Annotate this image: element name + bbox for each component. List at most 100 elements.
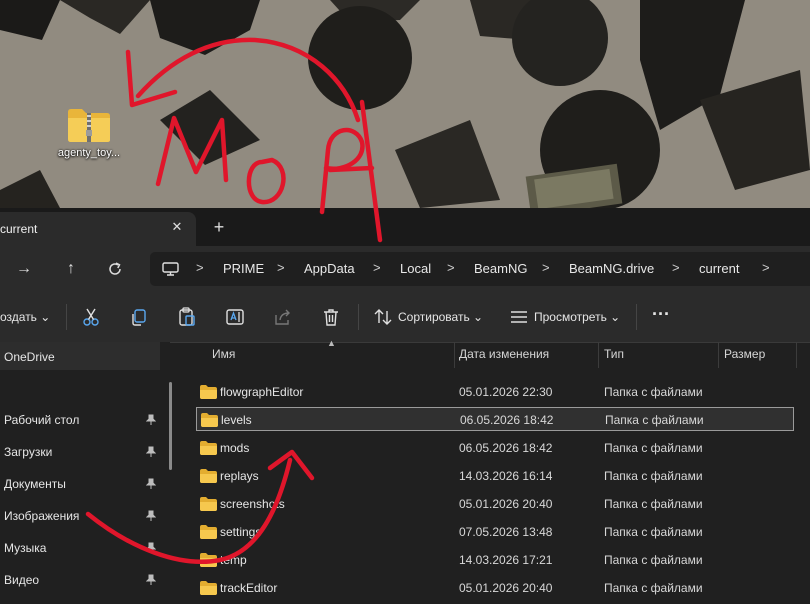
rename-icon[interactable]	[224, 306, 246, 328]
file-name: replays	[220, 469, 259, 483]
sidebar-item-onedrive[interactable]: OneDrive	[0, 342, 160, 370]
table-row[interactable]: replays 14.03.2026 16:14 Папка с файлами	[196, 464, 794, 488]
cut-icon[interactable]	[80, 306, 102, 328]
navigation-pane: OneDrive Рабочий стол Загрузки Документы…	[0, 342, 172, 604]
toolbar-divider	[358, 304, 359, 330]
toolbar-divider	[636, 304, 637, 330]
table-row[interactable]: trackEditor 05.01.2026 20:40 Папка с фай…	[196, 576, 794, 600]
close-icon[interactable]: ✕	[168, 218, 186, 236]
create-button-label: оздать	[0, 310, 37, 324]
file-type: Папка с файлами	[604, 553, 703, 567]
column-header-name[interactable]: Имя	[182, 342, 454, 368]
desktop-icon-label: agenty_toy...	[57, 147, 121, 159]
file-date: 06.05.2026 18:42	[460, 413, 554, 427]
file-name: temp	[220, 553, 247, 567]
file-type: Папка с файлами	[604, 581, 703, 595]
paste-icon[interactable]	[176, 306, 198, 328]
view-icon	[511, 311, 527, 323]
file-type: Папка с файлами	[605, 413, 704, 427]
sidebar-item-downloads[interactable]: Загрузки	[0, 438, 160, 466]
folder-icon	[200, 469, 217, 483]
share-icon[interactable]	[272, 306, 294, 328]
column-header-label: Тип	[604, 347, 625, 361]
pin-icon[interactable]	[146, 414, 156, 426]
sidebar-item-label: Изображения	[4, 509, 80, 523]
up-arrow-icon[interactable]: ↑	[57, 256, 85, 282]
sort-button[interactable]: Сортировать ⌄	[398, 310, 483, 324]
more-options-icon[interactable]: ···	[652, 304, 670, 325]
command-bar: оздать ⌄ Сортировать ⌄ Просмотреть ⌄ ···	[0, 292, 810, 343]
chevron-right-icon: >	[542, 260, 550, 275]
column-header-date[interactable]: Дата изменения	[454, 342, 598, 368]
file-date: 05.01.2026 20:40	[459, 581, 553, 595]
folder-icon	[200, 553, 217, 567]
file-type: Папка с файлами	[604, 525, 703, 539]
column-divider[interactable]	[796, 342, 797, 368]
toolbar-divider	[66, 304, 67, 330]
view-button-label: Просмотреть	[534, 310, 607, 324]
column-header-size[interactable]: Размер	[718, 342, 798, 368]
new-tab-icon[interactable]: +	[208, 218, 230, 240]
breadcrumb-item[interactable]: current	[699, 261, 739, 276]
breadcrumb-item[interactable]: BeamNG.drive	[569, 261, 654, 276]
pin-icon[interactable]	[146, 510, 156, 522]
column-header-type[interactable]: Тип	[598, 342, 718, 368]
folder-icon	[201, 413, 218, 427]
trash-icon[interactable]	[320, 306, 342, 328]
chevron-right-icon: >	[373, 260, 381, 275]
desktop-zip-folder[interactable]: agenty_toy...	[50, 106, 128, 159]
refresh-icon[interactable]	[107, 261, 123, 277]
table-row[interactable]: flowgraphEditor 05.01.2026 22:30 Папка с…	[196, 380, 794, 404]
file-date: 05.01.2026 20:40	[459, 497, 553, 511]
sort-icon	[374, 309, 392, 325]
table-row[interactable]: screenshots 05.01.2026 20:40 Папка с фай…	[196, 492, 794, 516]
copy-icon[interactable]	[128, 306, 150, 328]
folder-icon	[200, 525, 217, 539]
chevron-right-icon: >	[762, 260, 770, 275]
column-header-label: Размер	[724, 347, 766, 361]
file-name: flowgraphEditor	[220, 385, 304, 399]
table-row[interactable]: mods 06.05.2026 18:42 Папка с файлами	[196, 436, 794, 460]
breadcrumb-item[interactable]: PRIME	[223, 261, 264, 276]
pin-icon[interactable]	[146, 446, 156, 458]
sidebar-item-label: Документы	[4, 477, 66, 491]
sort-button-label: Сортировать	[398, 310, 470, 324]
create-button[interactable]: оздать ⌄	[0, 310, 50, 324]
table-row-selected[interactable]: levels 06.05.2026 18:42 Папка с файлами	[196, 407, 794, 431]
table-row[interactable]: settings 07.05.2026 13:48 Папка с файлам…	[196, 520, 794, 544]
pin-icon[interactable]	[146, 478, 156, 490]
folder-icon	[200, 581, 217, 595]
file-name: settings	[220, 525, 262, 539]
sidebar-item-videos[interactable]: Видео	[0, 566, 160, 594]
sidebar-item-desktop[interactable]: Рабочий стол	[0, 406, 160, 434]
chevron-right-icon: >	[196, 260, 204, 275]
computer-icon	[162, 262, 179, 276]
file-explorer-window: current ✕ + → ↑ > PRIME > AppData > Loca…	[0, 208, 810, 604]
view-button[interactable]: Просмотреть ⌄	[534, 310, 620, 324]
pin-icon[interactable]	[146, 542, 156, 554]
pin-icon[interactable]	[146, 574, 156, 586]
breadcrumb-item[interactable]: AppData	[304, 261, 355, 276]
table-row[interactable]: temp 14.03.2026 17:21 Папка с файлами	[196, 548, 794, 572]
chevron-right-icon: >	[447, 260, 455, 275]
scrollbar[interactable]	[169, 382, 172, 470]
tab-strip: current ✕ +	[0, 208, 810, 246]
breadcrumb[interactable]: > PRIME > AppData > Local > BeamNG > Bea…	[150, 252, 810, 286]
forward-icon[interactable]: →	[10, 256, 38, 282]
breadcrumb-item[interactable]: Local	[400, 261, 431, 276]
file-type: Папка с файлами	[604, 469, 703, 483]
tab-title: current	[0, 222, 38, 236]
file-type: Папка с файлами	[604, 497, 703, 511]
breadcrumb-item[interactable]: BeamNG	[474, 261, 527, 276]
file-list: ▲ Имя Дата изменения Тип Размер flowgrap…	[182, 338, 810, 604]
folder-icon	[200, 441, 217, 455]
folder-icon	[200, 497, 217, 511]
sidebar-item-music[interactable]: Музыка	[0, 534, 160, 562]
sidebar-item-label: Загрузки	[4, 445, 53, 459]
sidebar-item-documents[interactable]: Документы	[0, 470, 160, 498]
zip-folder-icon	[68, 109, 110, 142]
tab-current[interactable]: current ✕	[0, 212, 196, 246]
file-name: screenshots	[220, 497, 285, 511]
sidebar-item-pictures[interactable]: Изображения	[0, 502, 160, 530]
file-date: 06.05.2026 18:42	[459, 441, 553, 455]
